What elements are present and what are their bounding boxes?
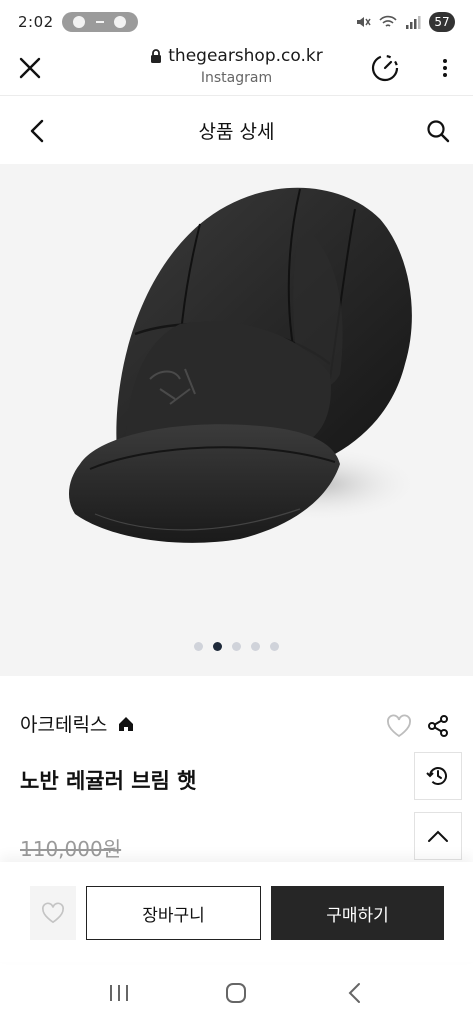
share-icon xyxy=(428,715,448,737)
heart-icon xyxy=(42,902,64,924)
home-circle-icon xyxy=(226,983,247,1003)
cap-image xyxy=(68,187,420,543)
back-nav-icon xyxy=(348,983,361,1003)
like-button[interactable] xyxy=(385,712,413,740)
carousel-dot[interactable] xyxy=(270,642,279,651)
back-nav-button[interactable] xyxy=(334,973,374,1013)
recent-history-button[interactable] xyxy=(414,752,462,800)
carousel-dots xyxy=(0,642,473,651)
status-bar: 2:02 57 xyxy=(0,0,473,44)
brand-name: 아크테릭스 xyxy=(20,714,108,736)
status-icons: 57 xyxy=(355,12,455,32)
address-bar[interactable]: thegearshop.co.kr Instagram xyxy=(0,44,473,86)
notification-pill xyxy=(61,12,138,32)
timer-button[interactable] xyxy=(369,52,401,84)
lock-icon xyxy=(151,49,162,63)
url-text: thegearshop.co.kr xyxy=(168,46,323,66)
back-button[interactable] xyxy=(22,116,52,146)
battery-indicator: 57 xyxy=(429,12,455,32)
chevron-left-icon xyxy=(30,119,44,143)
purchase-bar: 장바구니 구매하기 xyxy=(0,862,473,962)
recents-button[interactable] xyxy=(99,973,139,1013)
system-nav-bar xyxy=(0,962,473,1024)
carousel-dot[interactable] xyxy=(232,642,241,651)
search-icon xyxy=(427,120,450,143)
mute-icon xyxy=(357,17,371,27)
url-source: Instagram xyxy=(200,70,273,86)
wishlist-button[interactable] xyxy=(30,886,76,940)
brand-link[interactable]: 아크테릭스 xyxy=(20,710,135,737)
timer-icon xyxy=(371,54,399,82)
status-time: 2:02 xyxy=(18,13,54,31)
chevron-up-icon xyxy=(428,830,448,842)
page-title: 상품 상세 xyxy=(198,120,275,143)
product-image-carousel[interactable] xyxy=(0,164,473,676)
scroll-top-button[interactable] xyxy=(414,812,462,860)
browser-toolbar: thegearshop.co.kr Instagram xyxy=(0,44,473,96)
home-icon xyxy=(119,716,134,731)
history-icon xyxy=(426,767,447,785)
carousel-dot[interactable] xyxy=(251,642,260,651)
heart-icon xyxy=(387,714,411,738)
share-button[interactable] xyxy=(424,712,452,740)
recents-icon xyxy=(109,985,128,1001)
app-notification-icon xyxy=(114,16,127,28)
signal-icon xyxy=(406,16,421,29)
carousel-dot[interactable] xyxy=(194,642,203,651)
buy-now-button[interactable]: 구매하기 xyxy=(271,886,444,940)
wifi-icon xyxy=(379,15,397,27)
page-header: 상품 상세 xyxy=(0,96,473,164)
more-vertical-icon xyxy=(443,59,447,77)
add-to-cart-button[interactable]: 장바구니 xyxy=(86,886,261,940)
home-nav-button[interactable] xyxy=(216,973,256,1013)
product-name: 노반 레귤러 브림 햇 xyxy=(20,769,197,793)
separator-icon xyxy=(95,21,104,23)
search-button[interactable] xyxy=(423,116,453,146)
original-price: 110,000원 xyxy=(20,837,122,861)
more-options-button[interactable] xyxy=(433,52,457,84)
carousel-dot-active[interactable] xyxy=(213,642,222,651)
app-notification-icon xyxy=(73,16,86,28)
